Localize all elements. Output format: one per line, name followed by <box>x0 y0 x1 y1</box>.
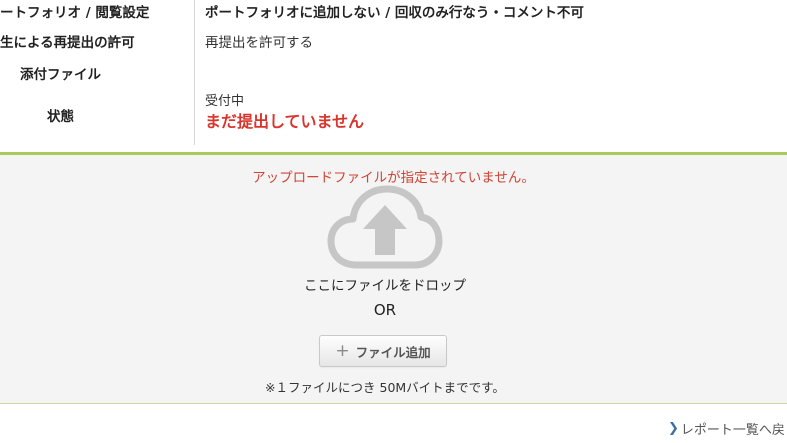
status-sub-text: 受付中 <box>205 94 245 109</box>
plus-icon: + <box>335 340 350 361</box>
row-resubmission: 生による再提出の許可 再提出を許可する <box>0 28 787 54</box>
upload-error-message: アップロードファイルが指定されていません。 <box>252 170 535 186</box>
or-separator: OR <box>373 301 397 319</box>
status-main-text: まだ提出していません <box>205 112 365 131</box>
row-status: 状態 <box>0 100 787 130</box>
back-link-label: レポート一覧へ戻 <box>680 423 785 438</box>
portfolio-setting-value: ポートフォリオに追加しない / 回収のみ行なう・コメント不可 <box>205 5 584 21</box>
resubmission-label: 生による再提出の許可 <box>0 35 135 51</box>
portfolio-setting-label: ートフォリオ / 閲覧設定 <box>0 5 150 21</box>
drop-instruction: ここにファイルをドロップ <box>304 278 466 294</box>
file-drop-zone[interactable]: アップロードファイルが指定されていません。 ここにファイルをドロップ OR + … <box>0 152 787 404</box>
resubmission-value: 再提出を許可する <box>205 35 313 51</box>
status-value: 受付中 まだ提出していません <box>205 94 364 132</box>
chevron-right-icon: ❯ <box>668 421 679 436</box>
back-to-report-list-link[interactable]: ❯ レポート一覧へ戻 <box>668 419 785 438</box>
file-size-note: ※１ファイルにつき 50Mバイトまでです。 <box>265 380 505 395</box>
attachment-label: 添付ファイル <box>20 67 101 83</box>
add-file-button-label: ファイル追加 <box>355 344 431 360</box>
assignment-info-table: ートフォリオ / 閲覧設定 ポートフォリオに追加しない / 回収のみ行なう・コメ… <box>0 0 787 145</box>
add-file-button[interactable]: + ファイル追加 <box>319 335 447 367</box>
row-attachment: 添付ファイル <box>0 60 787 86</box>
status-label: 状態 <box>47 109 74 125</box>
cloud-upload-icon <box>327 185 443 269</box>
row-portfolio-setting: ートフォリオ / 閲覧設定 ポートフォリオに追加しない / 回収のみ行なう・コメ… <box>0 0 787 22</box>
